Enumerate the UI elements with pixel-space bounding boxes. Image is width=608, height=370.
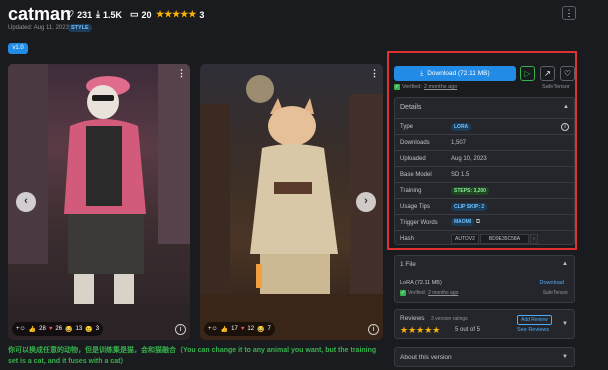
model-title: catman	[8, 4, 72, 24]
about-version-panel[interactable]: About this version ▼	[394, 347, 575, 367]
reaction-bar[interactable]: +☺ 👍 17 ♥ 12 😂 7	[204, 322, 275, 336]
files-panel: 1 File ▲ LoRA (72.11 MB) Download ✓ Verif…	[394, 255, 575, 303]
gallery-image-2[interactable]: ⋮ › +☺ 👍 17 ♥ 12 😂 7 i	[200, 64, 383, 340]
verified-check-icon: ✓	[400, 290, 406, 296]
file-verified-label: Verified:	[408, 290, 427, 296]
laugh-icon: 😂	[257, 326, 265, 333]
heart-reaction-icon: ♥	[48, 326, 53, 332]
add-reaction-icon[interactable]: +☺	[208, 326, 218, 332]
highlight-box	[387, 51, 577, 250]
version-button[interactable]: v1.0	[8, 43, 28, 54]
downloads-stat: ⤓ 1.5K	[96, 9, 122, 20]
reviews-panel: Reviews 3 version ratings ★★★★★ 5 out of…	[394, 309, 575, 339]
image-options-button[interactable]: ⋮	[370, 68, 379, 79]
reviews-score: 5 out of 5	[455, 327, 481, 333]
download-icon: ⤓	[96, 9, 100, 19]
thumbs-up-icon: 👍	[220, 326, 229, 333]
rating-count: 3	[199, 9, 205, 20]
model-description: 你可以换成任意的动物，但是训练集是猫，会和猫融合（You can change …	[8, 347, 377, 365]
laugh-icon: 😂	[65, 326, 73, 333]
files-title: 1 File	[400, 261, 416, 268]
likes-stat[interactable]: ♡ 231	[66, 9, 92, 20]
reaction-count: 28	[39, 326, 46, 332]
downloads-count: 1.5K	[102, 9, 122, 20]
heart-reaction-icon: ♥	[240, 326, 245, 332]
reviews-count: 3 version ratings	[431, 316, 468, 322]
file-safetensor: SafeTensor	[542, 290, 568, 296]
image-info-icon[interactable]: i	[175, 324, 186, 335]
file-download-link[interactable]: Download	[540, 280, 564, 286]
more-menu-button[interactable]: ⋮	[562, 6, 576, 20]
file-name: LoRA (72.11 MB)	[400, 280, 442, 286]
prev-image-button[interactable]: ‹	[16, 192, 36, 212]
thumbs-up-icon: 👍	[28, 326, 37, 333]
style-badge[interactable]: STYLE	[68, 24, 92, 32]
heart-icon: ♡	[66, 9, 75, 19]
reaction-bar[interactable]: +☺ 👍 28 ♥ 26 😂 13 😢 3	[12, 322, 104, 336]
reviews-stars: ★★★★★	[400, 325, 441, 335]
cry-icon: 😢	[85, 326, 93, 333]
image-options-button[interactable]: ⋮	[177, 68, 186, 79]
about-title: About this version	[400, 354, 452, 361]
rating-stat[interactable]: ★★★★★ 3	[156, 9, 204, 20]
reaction-count: 3	[95, 326, 100, 332]
next-image-button[interactable]: ›	[356, 192, 376, 212]
reaction-count: 7	[267, 326, 271, 332]
likes-count: 231	[77, 9, 93, 20]
reaction-count: 12	[247, 326, 255, 332]
reaction-count: 26	[55, 326, 63, 332]
comments-count: 20	[141, 9, 152, 20]
file-verified: ✓ Verified: 2 months ago	[400, 290, 458, 296]
file-verified-date[interactable]: 2 months ago	[428, 290, 458, 296]
gallery-image-1[interactable]: ⋮ ‹ +☺ 👍 28 ♥ 26 😂 13 😢 3 i	[8, 64, 190, 340]
reaction-count: 13	[75, 326, 83, 332]
chevron-down-icon[interactable]: ▼	[562, 321, 568, 327]
rating-stars: ★★★★★	[156, 9, 197, 19]
reviews-title: Reviews	[400, 315, 425, 322]
chevron-up-icon[interactable]: ▲	[562, 261, 568, 267]
comments-stat[interactable]: ▭ 20	[130, 9, 152, 20]
updated-date: Updated: Aug 11, 2023	[8, 25, 69, 31]
reaction-count: 17	[231, 326, 238, 332]
add-reaction-icon[interactable]: +☺	[16, 326, 26, 332]
image-info-icon[interactable]: i	[368, 324, 379, 335]
add-review-button[interactable]: Add Review	[517, 315, 552, 325]
comment-icon: ▭	[130, 9, 139, 19]
chevron-down-icon: ▼	[562, 354, 568, 360]
see-reviews-link[interactable]: See Reviews	[517, 327, 549, 333]
